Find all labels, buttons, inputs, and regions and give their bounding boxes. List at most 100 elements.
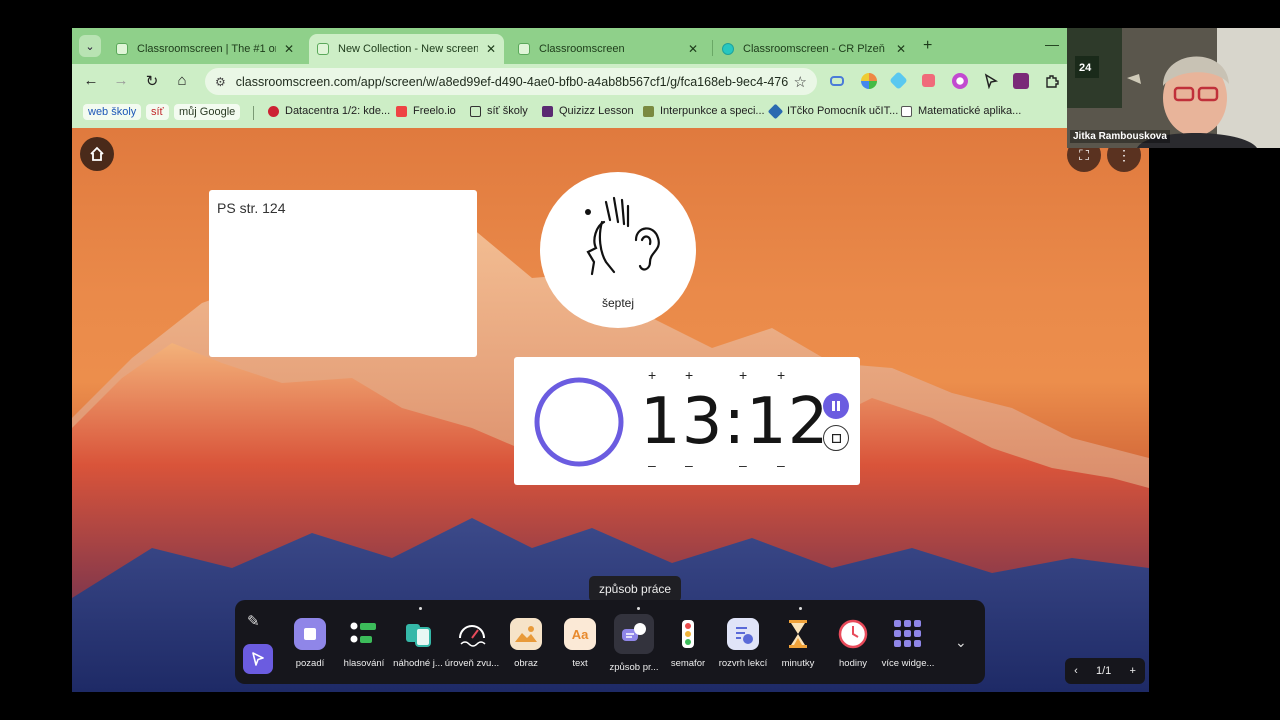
classroomscreen-favicon-icon <box>518 43 530 55</box>
arrow-extension-icon[interactable] <box>922 74 935 87</box>
timer-progress-ring <box>534 377 624 467</box>
tab-title: Classroomscreen <box>539 43 625 55</box>
tab-search-button[interactable]: ⌄ <box>79 35 101 57</box>
widget-traffic-light[interactable]: semafor <box>660 618 716 669</box>
minutes-tens-plus-button[interactable]: + <box>648 367 656 383</box>
select-pointer-button[interactable] <box>243 644 273 674</box>
bookmark-sit-skoly[interactable]: síť školy <box>470 105 528 117</box>
tab-new-collection[interactable]: New Collection - New screen ✕ <box>309 34 504 64</box>
close-tab-icon[interactable]: ✕ <box>896 42 906 56</box>
widget-background[interactable]: pozadí <box>282 618 338 669</box>
widget-image[interactable]: obraz <box>498 618 554 669</box>
quizizz-extension-icon[interactable] <box>1013 73 1029 89</box>
bookmark-matematicke[interactable]: Matematické aplika... <box>901 105 1021 117</box>
widget-label: semafor <box>670 658 706 669</box>
bookmark-muj-google[interactable]: můj Google <box>174 104 241 120</box>
text-widget-content[interactable]: PS str. 124 <box>217 200 285 216</box>
widget-random-name[interactable]: náhodné j... <box>390 618 446 669</box>
screen-pager: ‹ 1/1 + <box>1065 658 1145 684</box>
minimize-window-icon[interactable]: — <box>1045 36 1059 52</box>
widget-sound-level[interactable]: úroveň zvu... <box>444 618 500 669</box>
bookmark-itcko[interactable]: ITčko Pomocník učIT... <box>767 103 898 119</box>
new-tab-icon[interactable]: + <box>923 37 932 55</box>
pause-button[interactable] <box>823 393 849 419</box>
home-button[interactable] <box>80 137 114 171</box>
widget-schedule[interactable]: rozvrh lekcí <box>715 618 771 669</box>
seconds-ones-plus-button[interactable]: + <box>777 367 785 383</box>
widget-clock[interactable]: hodiny <box>825 618 881 669</box>
work-symbol-widget[interactable]: šeptej <box>540 172 696 328</box>
widget-dock: ✎ pozadí hlasování náhodné j... úroveň z… <box>235 600 985 684</box>
bookmark-freelo[interactable]: Freelo.io <box>396 105 456 117</box>
classroomscreen-favicon-icon <box>116 43 128 55</box>
color-extension-icon[interactable] <box>861 73 877 89</box>
diamond-extension-icon[interactable] <box>889 71 908 90</box>
screen-recorder-extension-icon[interactable] <box>952 73 968 89</box>
bookmark-interpunkce[interactable]: Interpunkce a speci... <box>643 105 765 117</box>
bookmark-label: Interpunkce a speci... <box>660 105 765 117</box>
widget-label: hodiny <box>839 658 867 669</box>
timer-display[interactable]: 13:12 <box>640 385 829 459</box>
home-icon <box>90 146 104 161</box>
widget-label: minutky <box>781 658 815 669</box>
widget-more[interactable]: více widge... <box>880 618 936 669</box>
reload-icon[interactable]: ↻ <box>143 72 161 90</box>
widget-poll[interactable]: hlasování <box>336 618 392 669</box>
close-tab-icon[interactable]: ✕ <box>486 42 496 56</box>
close-tab-icon[interactable]: ✕ <box>284 42 294 56</box>
widget-label: náhodné j... <box>393 658 443 669</box>
bookmark-web-skoly[interactable]: web školy <box>83 104 142 120</box>
minutes-tens-minus-button[interactable]: – <box>648 457 656 473</box>
seconds-tens-minus-button[interactable]: – <box>739 457 747 473</box>
close-tab-icon[interactable]: ✕ <box>688 42 698 56</box>
fullscreen-icon: ⛶ <box>1079 146 1089 163</box>
text-widget[interactable]: PS str. 124 <box>209 190 477 357</box>
widget-text[interactable]: Aa text <box>552 618 608 669</box>
traffic-light-icon <box>672 618 704 650</box>
minutes-ones-minus-button[interactable]: – <box>685 457 693 473</box>
seconds-ones-minus-button[interactable]: – <box>777 457 785 473</box>
widget-label: rozvrh lekcí <box>718 658 768 669</box>
bookmark-quizizz[interactable]: Quizizz Lesson <box>542 105 634 117</box>
seconds-tens-plus-button[interactable]: + <box>739 367 747 383</box>
clock-icon <box>837 618 869 650</box>
datacentra-icon <box>268 105 279 117</box>
back-icon[interactable]: ← <box>82 72 100 89</box>
stop-button[interactable] <box>823 425 849 451</box>
home-icon[interactable]: ⌂ <box>173 72 191 89</box>
tab-title: New Collection - New screen <box>338 43 478 55</box>
url-text[interactable]: classroomscreen.com/app/screen/w/a8ed99e… <box>236 75 788 89</box>
page-indicator: 1/1 <box>1095 665 1112 677</box>
draw-pen-icon[interactable]: ✎ <box>247 612 260 630</box>
participant-video: 24 Jitka Rambouskova <box>1067 28 1280 148</box>
timer-widget[interactable]: + + + + 13:12 – – – – <box>514 357 860 485</box>
cursor-extension-icon[interactable] <box>983 73 999 90</box>
tab-classroomscreen-home[interactable]: Classroomscreen | The #1 onlin ✕ <box>108 34 302 64</box>
add-screen-icon[interactable]: + <box>1129 665 1135 677</box>
bookmark-sit[interactable]: síť <box>146 104 169 120</box>
minutes-ones-plus-button[interactable]: + <box>685 367 693 383</box>
active-indicator-dot <box>637 607 640 610</box>
address-bar[interactable]: ⚙ classroomscreen.com/app/screen/w/a8ed9… <box>205 68 817 95</box>
forward-icon[interactable]: → <box>112 72 130 89</box>
bookmark-star-icon[interactable]: ☆ <box>794 73 807 91</box>
background-icon <box>294 618 326 650</box>
widget-label: způsob pr... <box>609 662 659 673</box>
widget-hourglass[interactable]: minutky <box>770 618 826 669</box>
link-extension-icon[interactable] <box>830 76 844 86</box>
sound-level-icon <box>456 618 488 650</box>
extensions-puzzle-icon[interactable] <box>1044 73 1060 89</box>
tab-classroomscreen[interactable]: Classroomscreen ✕ <box>510 34 706 64</box>
poll-icon <box>348 618 380 650</box>
image-icon <box>510 618 542 650</box>
classroomscreen-favicon-icon <box>317 43 329 55</box>
tab-cr-plzen[interactable]: Classroomscreen - CR Plzeň - I ✕ <box>714 34 914 64</box>
bookmark-datacentra[interactable]: Datacentra 1/2: kde... <box>268 105 390 117</box>
page-icon <box>901 105 912 117</box>
tooltip-text: způsob práce <box>599 582 672 596</box>
site-info-icon[interactable]: ⚙ <box>215 75 226 89</box>
expand-dock-chevron-icon[interactable]: ⌄ <box>955 634 967 651</box>
widget-work-symbols[interactable]: způsob pr... <box>606 614 662 673</box>
bookmark-label: síť školy <box>487 105 528 117</box>
previous-screen-icon[interactable]: ‹ <box>1074 665 1078 677</box>
